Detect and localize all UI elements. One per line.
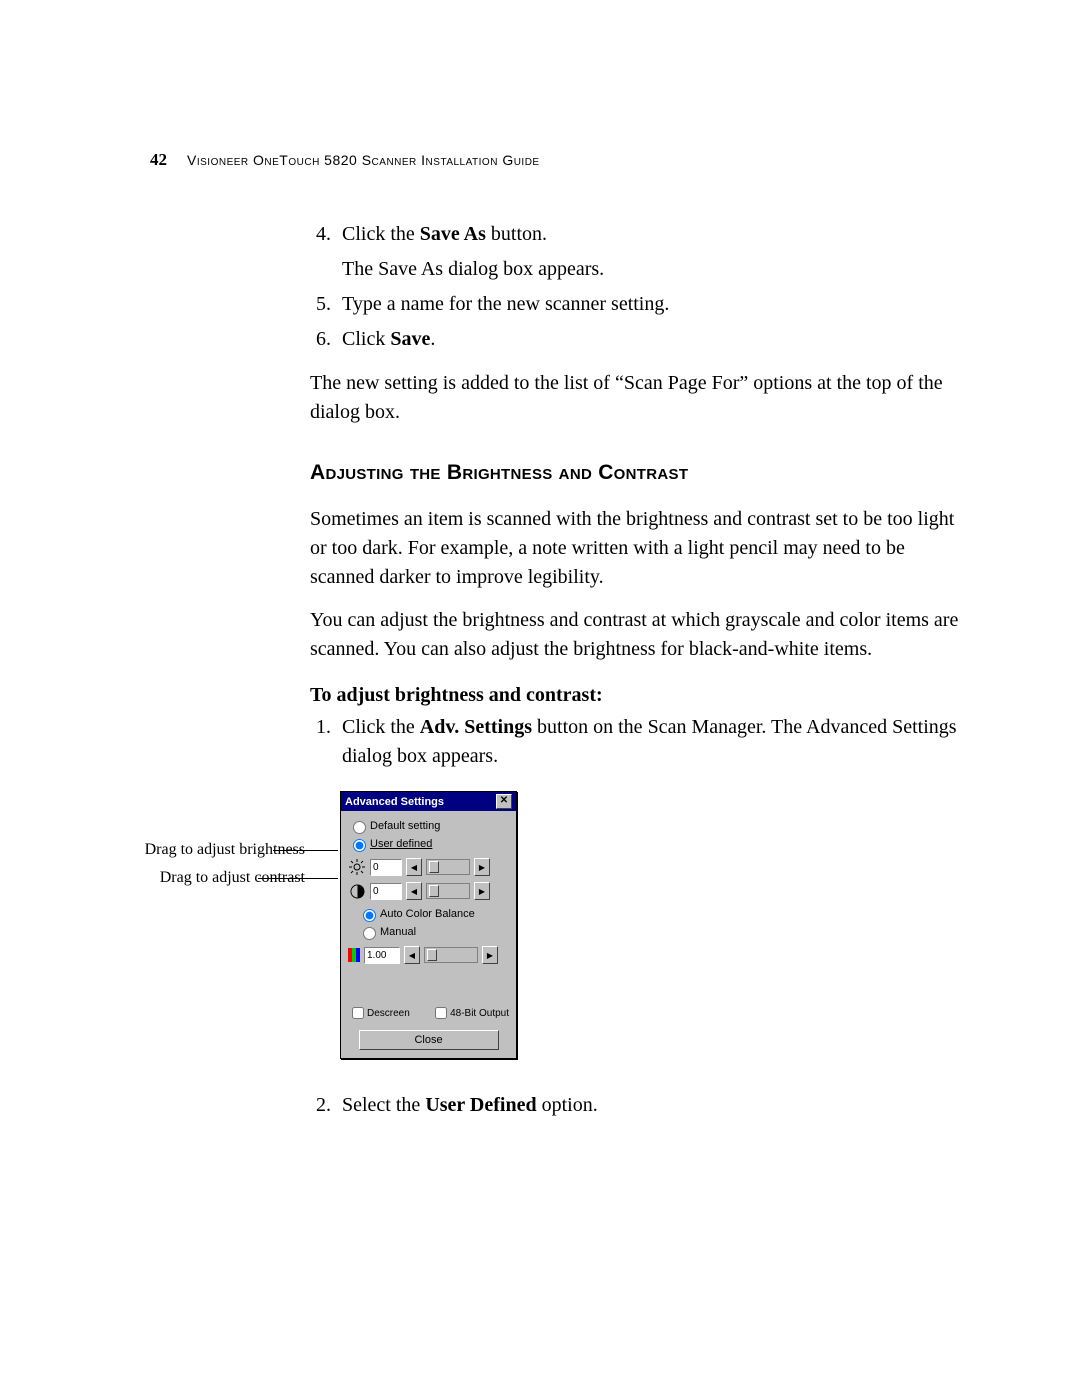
- brightness-thumb[interactable]: [429, 861, 439, 873]
- contrast-increase-button[interactable]: ▶: [474, 882, 490, 900]
- contrast-track[interactable]: [426, 883, 470, 899]
- brightness-increase-button[interactable]: ▶: [474, 858, 490, 876]
- brightness-decrease-button[interactable]: ◀: [406, 858, 422, 876]
- page-number: 42: [150, 150, 167, 170]
- dialog-illustration: Drag to adjust brightness Drag to adjust…: [310, 791, 960, 1061]
- section-heading: Adjusting the Brightness and Contrast: [310, 461, 960, 485]
- procedure-step-2: Select the User Defined option.: [336, 1091, 960, 1120]
- callout-contrast-line: [258, 878, 338, 879]
- paragraph-1: Sometimes an item is scanned with the br…: [310, 505, 960, 592]
- contrast-decrease-button[interactable]: ◀: [406, 882, 422, 900]
- contrast-thumb[interactable]: [429, 885, 439, 897]
- radio-auto-color[interactable]: Auto Color Balance: [358, 906, 509, 922]
- advanced-settings-dialog: Advanced Settings ✕ Default setting User…: [340, 791, 517, 1059]
- gamma-slider-row: 1.00 ◀ ▶: [348, 946, 509, 964]
- step-4-result: The Save As dialog box appears.: [342, 255, 960, 284]
- step-5: Type a name for the new scanner setting.: [336, 290, 960, 319]
- descreen-checkbox[interactable]: Descreen: [348, 1004, 410, 1022]
- gamma-decrease-button[interactable]: ◀: [404, 946, 420, 964]
- paragraph-after-steps: The new setting is added to the list of …: [310, 369, 960, 427]
- 48bit-checkbox[interactable]: 48-Bit Output: [431, 1004, 509, 1022]
- brightness-slider-row: 0 ◀ ▶: [348, 858, 509, 876]
- step-4: Click the Save As button. The Save As di…: [336, 220, 960, 284]
- dialog-body: Default setting User defined 0 ◀ ▶: [341, 811, 516, 1058]
- procedure-subhead: To adjust brightness and contrast:: [310, 684, 960, 707]
- dialog-titlebar[interactable]: Advanced Settings ✕: [341, 792, 516, 811]
- brightness-value[interactable]: 0: [370, 859, 402, 876]
- gamma-icon: [348, 948, 360, 962]
- radio-manual-input[interactable]: [363, 927, 376, 940]
- checkbox-row: Descreen 48-Bit Output: [348, 1004, 509, 1022]
- procedure-list: Click the Adv. Settings button on the Sc…: [310, 713, 960, 771]
- paragraph-2: You can adjust the brightness and contra…: [310, 606, 960, 664]
- brightness-icon: [348, 858, 366, 876]
- contrast-icon: [348, 882, 366, 900]
- procedure-list-2: Select the User Defined option.: [310, 1091, 960, 1120]
- step-list-first: Click the Save As button. The Save As di…: [310, 220, 960, 354]
- gamma-value[interactable]: 1.00: [364, 947, 400, 964]
- running-head: Visioneer OneTouch 5820 Scanner Installa…: [187, 152, 540, 168]
- page-header: 42 Visioneer OneTouch 5820 Scanner Insta…: [150, 150, 960, 170]
- gamma-thumb[interactable]: [427, 949, 437, 961]
- dialog-title: Advanced Settings: [345, 796, 444, 808]
- radio-user-input[interactable]: [353, 839, 366, 852]
- radio-default-setting[interactable]: Default setting: [348, 818, 509, 834]
- main-content: Click the Save As button. The Save As di…: [310, 220, 960, 1120]
- contrast-value[interactable]: 0: [370, 883, 402, 900]
- radio-auto-color-input[interactable]: [363, 909, 376, 922]
- contrast-slider-row: 0 ◀ ▶: [348, 882, 509, 900]
- descreen-input[interactable]: [352, 1007, 364, 1019]
- step-6: Click Save.: [336, 325, 960, 354]
- procedure-step-1: Click the Adv. Settings button on the Sc…: [336, 713, 960, 771]
- gamma-increase-button[interactable]: ▶: [482, 946, 498, 964]
- callout-brightness-line: [273, 850, 338, 851]
- document-page: 42 Visioneer OneTouch 5820 Scanner Insta…: [0, 0, 1080, 1335]
- brightness-track[interactable]: [426, 859, 470, 875]
- 48bit-input[interactable]: [435, 1007, 447, 1019]
- radio-manual[interactable]: Manual: [358, 924, 509, 940]
- close-icon[interactable]: ✕: [496, 794, 512, 809]
- close-button[interactable]: Close: [359, 1030, 499, 1050]
- radio-user-defined[interactable]: User defined: [348, 836, 509, 852]
- gamma-track[interactable]: [424, 947, 478, 963]
- radio-default-input[interactable]: [353, 821, 366, 834]
